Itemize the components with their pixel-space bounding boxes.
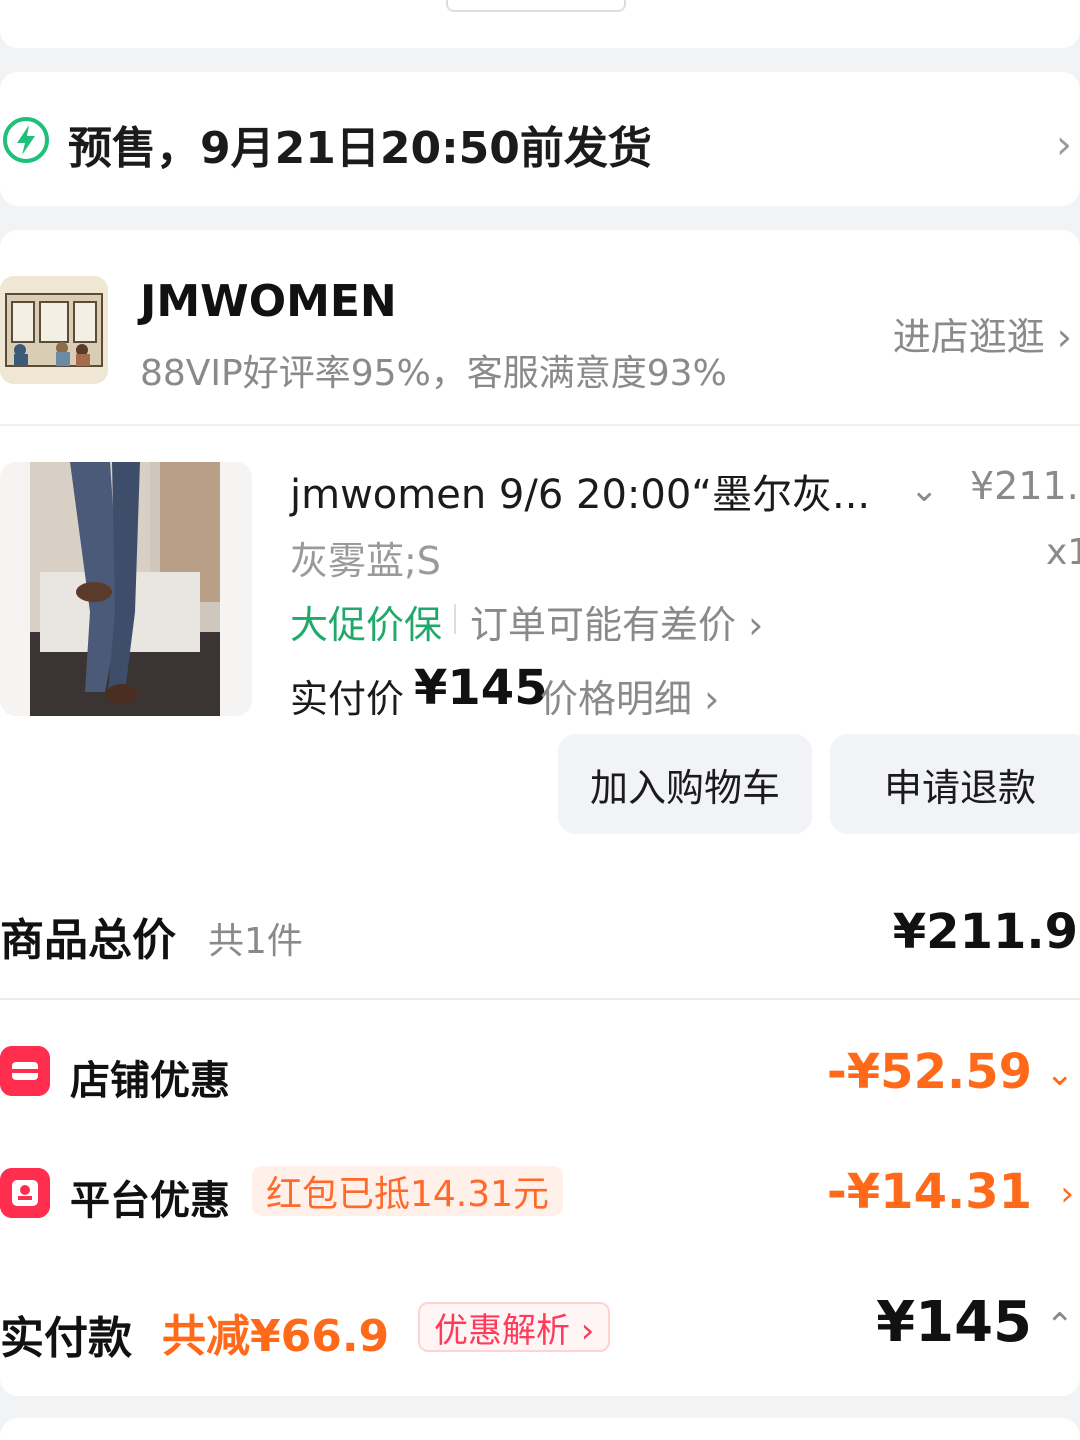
goods-count: 共1件 [208, 921, 303, 962]
actual-payment-label: 实付款 [0, 1313, 132, 1364]
actual-payment-value: ¥145 [876, 1290, 1032, 1355]
product-sku: 灰雾蓝;S [290, 539, 441, 583]
shop-logo[interactable] [0, 276, 108, 384]
price-detail-link[interactable]: 价格明细 › [540, 668, 719, 723]
request-refund-button[interactable]: 申请退款 [830, 734, 1080, 834]
price-difference-link[interactable]: 订单可能有差价 › [470, 594, 763, 649]
order-detail-page: 预售，9月21日20:50前发货 › JMWOMEN 88VIP好评率95%，客… [0, 0, 1080, 1440]
lightning-icon [3, 117, 49, 163]
product-title[interactable]: jmwomen 9/6 20:00“墨尔灰... [290, 462, 870, 520]
product-image[interactable] [0, 462, 252, 716]
product-photo [30, 462, 220, 716]
promo-separator [454, 604, 456, 634]
enter-shop-link[interactable]: 进店逛逛 › [893, 306, 1072, 361]
product-price: ¥211.9 [970, 464, 1080, 508]
shop-stats: 88VIP好评率95%，客服满意度93% [140, 353, 727, 394]
next-card-cut [0, 1418, 1080, 1440]
platform-coupon-icon [0, 1168, 50, 1218]
discount-analysis-button[interactable]: 优惠解析 › [418, 1302, 611, 1352]
order-info-card-cut [0, 0, 1080, 48]
chevron-right-icon[interactable]: › [1060, 1174, 1074, 1214]
redpack-deducted-tag: 红包已抵14.31元 [252, 1166, 564, 1216]
product-quantity: x1 [1046, 532, 1080, 573]
platform-discount-label: 平台优惠 [70, 1178, 230, 1224]
platform-discount-value[interactable]: -¥14.31 [827, 1164, 1032, 1220]
chevron-up-icon[interactable]: ⌃ [1046, 1306, 1075, 1346]
price-protection-tag: 大促价保 [290, 603, 443, 647]
shop-name[interactable]: JMWOMEN [140, 276, 397, 327]
add-to-cart-button[interactable]: 加入购物车 [558, 734, 812, 834]
chevron-down-icon[interactable]: ⌄ [1046, 1054, 1075, 1094]
divider [0, 998, 1080, 1000]
shop-discount-value[interactable]: -¥52.59 [827, 1044, 1032, 1100]
paid-price-value: ¥145 [414, 660, 548, 716]
goods-total-value: ¥211.9 [892, 904, 1078, 960]
top-chip-cut [446, 0, 626, 12]
shipping-text: 预售，9月21日20:50前发货 [68, 123, 652, 174]
divider [0, 424, 1080, 426]
chevron-right-icon: › [1056, 122, 1072, 168]
chevron-down-icon[interactable]: ⌄ [910, 470, 939, 510]
goods-total-label: 商品总价 [0, 915, 176, 966]
paid-price-label: 实付价 [290, 677, 405, 721]
shop-coupon-icon [0, 1046, 50, 1096]
shop-logo-illustration [0, 276, 108, 384]
shop-discount-label: 店铺优惠 [70, 1058, 230, 1104]
total-saved: 共减¥66.9 [162, 1311, 390, 1362]
